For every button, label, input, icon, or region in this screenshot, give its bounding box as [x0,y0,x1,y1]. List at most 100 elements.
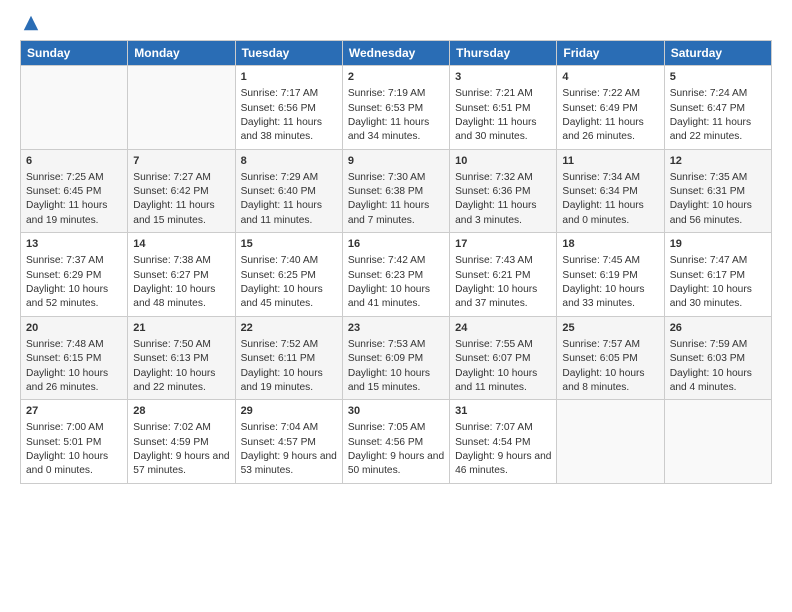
calendar-cell [557,400,664,484]
page: SundayMondayTuesdayWednesdayThursdayFrid… [0,0,792,612]
sunrise-text: Sunrise: 7:35 AM [670,171,766,185]
daylight-text: Daylight: 10 hours and 41 minutes. [348,283,444,312]
day-number: 27 [26,404,122,419]
sunrise-text: Sunrise: 7:24 AM [670,87,766,101]
daylight-text: Daylight: 9 hours and 50 minutes. [348,450,444,479]
sunset-text: Sunset: 6:42 PM [133,185,229,199]
sunset-text: Sunset: 6:19 PM [562,269,658,283]
sunrise-text: Sunrise: 7:47 AM [670,254,766,268]
logo [20,16,40,32]
sunset-text: Sunset: 6:51 PM [455,102,551,116]
calendar-cell: 16Sunrise: 7:42 AMSunset: 6:23 PMDayligh… [342,233,449,317]
calendar-cell: 18Sunrise: 7:45 AMSunset: 6:19 PMDayligh… [557,233,664,317]
sunset-text: Sunset: 6:23 PM [348,269,444,283]
day-number: 14 [133,237,229,252]
calendar-cell: 20Sunrise: 7:48 AMSunset: 6:15 PMDayligh… [21,316,128,400]
sunset-text: Sunset: 6:56 PM [241,102,337,116]
sunrise-text: Sunrise: 7:27 AM [133,171,229,185]
calendar-cell: 5Sunrise: 7:24 AMSunset: 6:47 PMDaylight… [664,66,771,150]
day-number: 8 [241,154,337,169]
sunset-text: Sunset: 4:54 PM [455,436,551,450]
daylight-text: Daylight: 11 hours and 7 minutes. [348,199,444,228]
sunrise-text: Sunrise: 7:59 AM [670,338,766,352]
sunset-text: Sunset: 5:01 PM [26,436,122,450]
calendar-cell: 23 Sunrise: 7:53 AMSunset: 6:09 PMDayligh… [342,316,449,400]
sunrise-text: Sunrise: 7:05 AM [348,421,444,435]
daylight-text: Daylight: 11 hours and 0 minutes. [562,199,658,228]
daylight-text: Daylight: 10 hours and 33 minutes. [562,283,658,312]
calendar-header-thursday: Thursday [450,41,557,66]
calendar-cell: 24Sunrise: 7:55 AMSunset: 6:07 PMDayligh… [450,316,557,400]
sunrise-text: Sunrise: 7:00 AM [26,421,122,435]
calendar-header-monday: Monday [128,41,235,66]
daylight-text: Daylight: 10 hours and 30 minutes. [670,283,766,312]
sunrise-text: Sunrise: 7:55 AM [455,338,551,352]
day-number: 23 [348,321,444,336]
calendar-cell: 14Sunrise: 7:38 AMSunset: 6:27 PMDayligh… [128,233,235,317]
calendar-week-row: 6Sunrise: 7:25 AMSunset: 6:45 PMDaylight… [21,149,772,233]
day-number: 7 [133,154,229,169]
calendar-week-row: 27Sunrise: 7:00 AMSunset: 5:01 PMDayligh… [21,400,772,484]
daylight-text: Daylight: 10 hours and 48 minutes. [133,283,229,312]
sunset-text: Sunset: 6:03 PM [670,352,766,366]
sunset-text: Sunset: 6:21 PM [455,269,551,283]
calendar-week-row: 13Sunrise: 7:37 AMSunset: 6:29 PMDayligh… [21,233,772,317]
calendar-header-friday: Friday [557,41,664,66]
calendar-week-row: 20Sunrise: 7:48 AMSunset: 6:15 PMDayligh… [21,316,772,400]
sunrise-text: Sunrise: 7:40 AM [241,254,337,268]
calendar-cell [128,66,235,150]
daylight-text: Daylight: 10 hours and 56 minutes. [670,199,766,228]
calendar-week-row: 1Sunrise: 7:17 AMSunset: 6:56 PMDaylight… [21,66,772,150]
sunrise-text: Sunrise: 7:53 AM [348,338,444,352]
daylight-text: Daylight: 9 hours and 53 minutes. [241,450,337,479]
sunrise-text: Sunrise: 7:57 AM [562,338,658,352]
calendar-cell: 19Sunrise: 7:47 AMSunset: 6:17 PMDayligh… [664,233,771,317]
daylight-text: Daylight: 11 hours and 26 minutes. [562,116,658,145]
sunset-text: Sunset: 6:49 PM [562,102,658,116]
calendar-header-tuesday: Tuesday [235,41,342,66]
calendar-header-saturday: Saturday [664,41,771,66]
sunrise-text: Sunrise: 7:17 AM [241,87,337,101]
daylight-text: Daylight: 11 hours and 3 minutes. [455,199,551,228]
calendar-cell: 22Sunrise: 7:52 AMSunset: 6:11 PMDayligh… [235,316,342,400]
sunset-text: Sunset: 6:09 PM [348,352,444,366]
sunset-text: Sunset: 6:34 PM [562,185,658,199]
daylight-text: Daylight: 10 hours and 22 minutes. [133,367,229,396]
daylight-text: Daylight: 10 hours and 11 minutes. [455,367,551,396]
daylight-text: Daylight: 11 hours and 38 minutes. [241,116,337,145]
day-number: 26 [670,321,766,336]
sunrise-text: Sunrise: 7:04 AM [241,421,337,435]
calendar-cell: 26 Sunrise: 7:59 AMSunset: 6:03 PMDayligh… [664,316,771,400]
day-number: 9 [348,154,444,169]
daylight-text: Daylight: 10 hours and 15 minutes. [348,367,444,396]
logo-icon [22,14,40,32]
calendar-cell: 9Sunrise: 7:30 AMSunset: 6:38 PMDaylight… [342,149,449,233]
sunset-text: Sunset: 6:17 PM [670,269,766,283]
day-number: 29 [241,404,337,419]
calendar-cell: 3Sunrise: 7:21 AMSunset: 6:51 PMDaylight… [450,66,557,150]
daylight-text: Daylight: 10 hours and 52 minutes. [26,283,122,312]
sunrise-text: Sunrise: 7:19 AM [348,87,444,101]
daylight-text: Daylight: 10 hours and 45 minutes. [241,283,337,312]
day-number: 11 [562,154,658,169]
sunset-text: Sunset: 6:11 PM [241,352,337,366]
calendar-cell: 25Sunrise: 7:57 AMSunset: 6:05 PMDayligh… [557,316,664,400]
day-number: 31 [455,404,551,419]
day-number: 20 [26,321,122,336]
day-number: 2 [348,70,444,85]
calendar-cell: 7Sunrise: 7:27 AMSunset: 6:42 PMDaylight… [128,149,235,233]
calendar-cell: 27 Sunrise: 7:00 AMSunset: 5:01 PMDayligh… [21,400,128,484]
day-number: 12 [670,154,766,169]
day-number: 16 [348,237,444,252]
sunrise-text: Sunrise: 7:48 AM [26,338,122,352]
daylight-text: Daylight: 10 hours and 0 minutes. [26,450,122,479]
calendar-cell: 8Sunrise: 7:29 AMSunset: 6:40 PMDaylight… [235,149,342,233]
daylight-text: Daylight: 9 hours and 46 minutes. [455,450,551,479]
sunrise-text: Sunrise: 7:22 AM [562,87,658,101]
daylight-text: Daylight: 10 hours and 4 minutes. [670,367,766,396]
daylight-text: Daylight: 10 hours and 19 minutes. [241,367,337,396]
header [20,16,772,32]
calendar-header-row: SundayMondayTuesdayWednesdayThursdayFrid… [21,41,772,66]
sunset-text: Sunset: 6:45 PM [26,185,122,199]
calendar-cell: 2Sunrise: 7:19 AMSunset: 6:53 PMDaylight… [342,66,449,150]
